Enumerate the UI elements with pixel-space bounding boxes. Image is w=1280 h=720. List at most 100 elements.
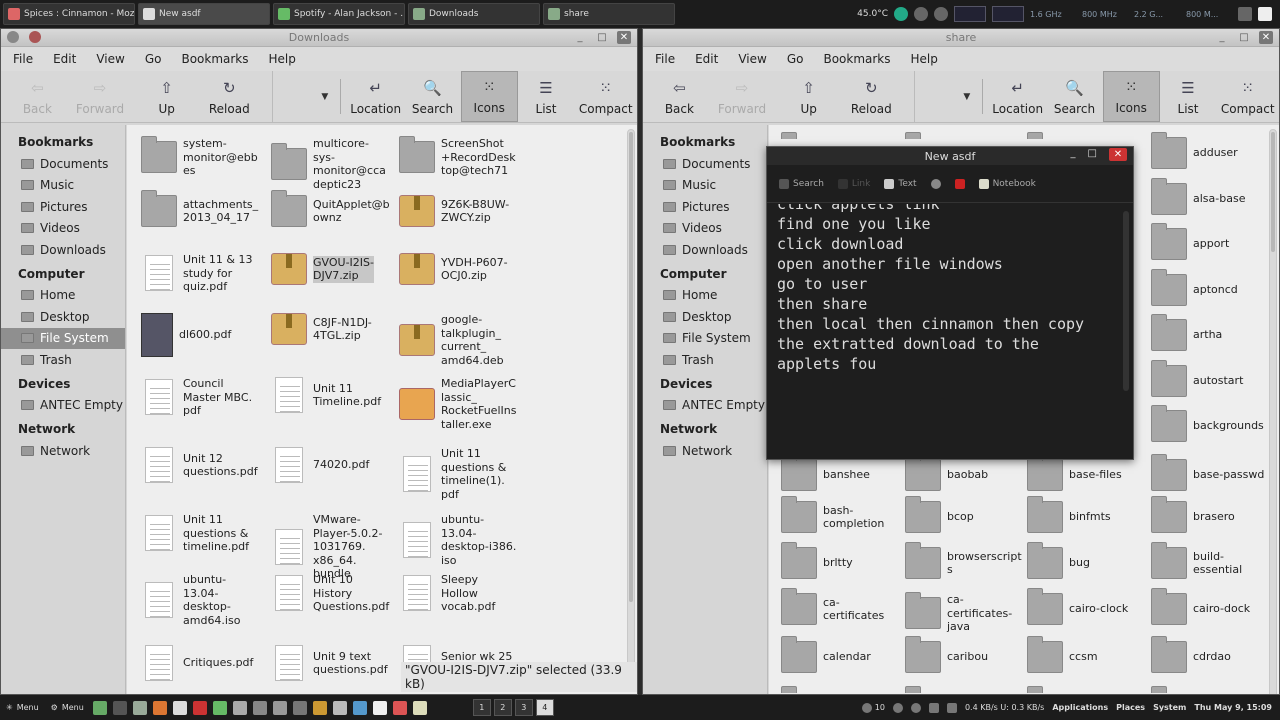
menu-view[interactable]: View — [96, 52, 124, 66]
file-item[interactable]: Critiques.pdf — [141, 645, 269, 681]
folder-item[interactable]: banshee — [781, 454, 909, 491]
folder-item[interactable]: baobab — [905, 454, 1033, 491]
view-dropdown[interactable]: ▼ — [913, 71, 977, 122]
folder-item[interactable]: caribou — [905, 636, 1033, 673]
file-item[interactable]: google- talkplugin_ current_ amd64.deb — [399, 313, 527, 367]
task-downloads[interactable]: Downloads — [408, 3, 540, 25]
sidebar-item-videos[interactable]: Videos — [1, 218, 125, 240]
show-desktop-icon[interactable] — [92, 700, 107, 715]
icons-view-button[interactable]: ⁙ Icons — [460, 71, 518, 122]
sidebar-item-downloads[interactable]: Downloads — [643, 239, 767, 261]
menu-help[interactable]: Help — [269, 52, 296, 66]
compact-view-button[interactable]: ⁙ Compact — [574, 71, 637, 122]
workspace-1[interactable]: 1 — [472, 699, 491, 716]
sidebar-item-desktop[interactable]: Desktop — [643, 306, 767, 328]
refresh-icon[interactable] — [914, 7, 928, 21]
workspace-4[interactable]: 4 — [535, 699, 554, 716]
file-item[interactable]: 74020.pdf — [271, 447, 399, 483]
forward-button[interactable]: ⇨ Forward — [66, 71, 135, 122]
folder-item[interactable]: adduser — [1151, 132, 1279, 169]
folder-item[interactable]: cairo-dock — [1151, 588, 1279, 625]
sidebar-item-trash[interactable]: Trash — [643, 349, 767, 371]
list-view-button[interactable]: ☰ List — [1160, 71, 1217, 122]
sidebar-item-trash[interactable]: Trash — [1, 349, 125, 371]
sidebar-item-home[interactable]: Home — [1, 285, 125, 307]
view-dropdown[interactable]: ▼ — [271, 71, 335, 122]
tool-icon[interactable] — [252, 700, 267, 715]
file-item[interactable]: ubuntu- 13.04- desktop- amd64.iso — [141, 573, 269, 627]
maximize-button[interactable]: □ — [1088, 148, 1097, 161]
app-icon[interactable] — [412, 700, 427, 715]
folder-item[interactable]: apport — [1151, 223, 1279, 260]
location-button[interactable]: ↵ Location — [347, 71, 404, 122]
app-icon[interactable] — [332, 700, 347, 715]
file-item[interactable]: C8JF-N1DJ- 4TGL.zip — [271, 313, 399, 345]
close-button[interactable]: ✕ — [1259, 31, 1273, 44]
folder-item[interactable]: ccsm — [1027, 636, 1155, 673]
note-search-button[interactable]: Search — [779, 178, 824, 189]
up-button[interactable]: ⇧ Up — [780, 71, 837, 122]
folder-item[interactable]: bash- completion — [781, 496, 909, 533]
folder-item[interactable]: ca- certificates- java — [905, 592, 1033, 634]
sidebar-item-downloads[interactable]: Downloads — [1, 239, 125, 261]
app-icon[interactable] — [392, 700, 407, 715]
folder-item[interactable]: bug — [1027, 542, 1155, 579]
file-item[interactable]: VMware- Player-5.0.2- 1031769. x86_64. b… — [271, 513, 399, 581]
pin-icon[interactable] — [7, 31, 19, 43]
sidebar-item-videos[interactable]: Videos — [643, 218, 767, 240]
window-titlebar[interactable]: share _ □ ✕ — [643, 29, 1279, 47]
file-item[interactable]: Sleepy Hollow vocab.pdf — [399, 573, 527, 614]
workspace-2[interactable]: 2 — [493, 699, 512, 716]
task-new-asdf[interactable]: New asdf — [138, 3, 270, 25]
note-link-button[interactable]: Link — [837, 178, 870, 189]
folder-item[interactable]: attachments_ 2013_04_17 — [141, 190, 269, 227]
power-icon[interactable] — [892, 702, 903, 713]
minimize-button[interactable]: _ — [1215, 31, 1229, 44]
sidebar-item-network[interactable]: Network — [643, 440, 767, 462]
folder-icon[interactable] — [1151, 686, 1167, 693]
file-item[interactable]: YVDH-P607- OCJ0.zip — [399, 253, 527, 285]
maximize-button[interactable]: □ — [595, 31, 609, 44]
menu-file[interactable]: File — [13, 52, 33, 66]
sidebar-item-music[interactable]: Music — [1, 175, 125, 197]
firefox-icon[interactable] — [152, 700, 167, 715]
scrollbar-thumb[interactable] — [629, 132, 633, 602]
menu-button-2[interactable]: ⚙ Menu — [45, 695, 90, 720]
sidebar-item-antec[interactable]: ANTEC Empty — [643, 395, 767, 417]
places-menu[interactable]: Places — [1116, 703, 1145, 712]
note-text-button[interactable]: Text — [884, 178, 917, 189]
sidebar-item-desktop[interactable]: Desktop — [1, 306, 125, 328]
file-item[interactable]: Unit 12 questions.pdf — [141, 447, 269, 483]
folder-item[interactable]: base-passwd — [1151, 454, 1279, 491]
minimize-button[interactable]: _ — [1071, 148, 1076, 161]
folder-icon[interactable] — [905, 686, 921, 693]
folder-item[interactable]: cairo-clock — [1027, 588, 1155, 625]
task-firefox[interactable]: Spices : Cinnamon - Moz... — [3, 3, 135, 25]
file-item[interactable]: MediaPlayerC lassic_ RocketFuelIns talle… — [399, 377, 527, 431]
menu-view[interactable]: View — [738, 52, 766, 66]
search-button[interactable]: 🔍 Search — [1046, 71, 1103, 122]
display-icon[interactable] — [1238, 7, 1252, 21]
app-icon[interactable] — [312, 700, 327, 715]
folder-item[interactable]: autostart — [1151, 359, 1279, 397]
menu-bookmarks[interactable]: Bookmarks — [823, 52, 890, 66]
app-icon[interactable] — [372, 700, 387, 715]
app-icon[interactable] — [272, 700, 287, 715]
folder-item[interactable]: base-files — [1027, 454, 1155, 491]
file-item[interactable]: GVOU-I2IS- DJV7.zip — [271, 253, 399, 285]
sidebar-item-music[interactable]: Music — [643, 175, 767, 197]
close-button[interactable]: ✕ — [617, 31, 631, 44]
folder-icon[interactable] — [905, 132, 921, 139]
scrollbar[interactable] — [627, 129, 635, 689]
clock[interactable]: Thu May 9, 15:09 — [1194, 703, 1272, 712]
sidebar-item-file-system[interactable]: File System — [1, 327, 125, 349]
file-item[interactable]: Unit 11 questions & timeline(1). pdf — [399, 447, 527, 501]
file-item[interactable]: Council Master MBC. pdf — [141, 377, 269, 418]
spotify-icon[interactable] — [212, 700, 227, 715]
folder-item[interactable]: QuitApplet@b ownz — [271, 190, 399, 227]
folder-icon[interactable] — [781, 132, 797, 139]
menu-go[interactable]: Go — [145, 52, 162, 66]
menu-help[interactable]: Help — [911, 52, 938, 66]
close-button[interactable]: ✕ — [1109, 148, 1127, 161]
volume-applet[interactable]: 10 — [861, 702, 885, 713]
